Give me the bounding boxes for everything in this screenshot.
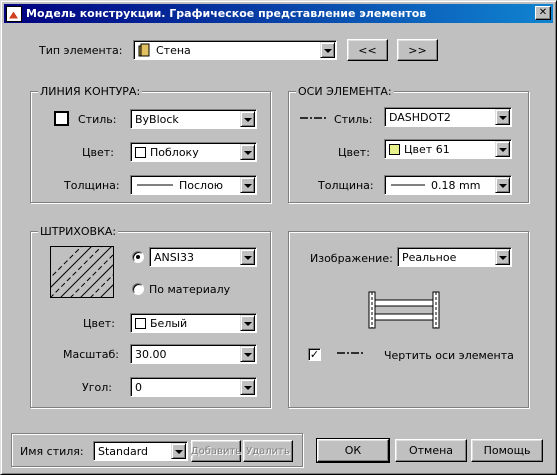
hatch-pattern-select[interactable]: ANSI33 — [149, 247, 257, 267]
axes-color-select[interactable]: Цвет 61 — [384, 139, 512, 159]
color-swatch — [389, 143, 400, 155]
chevron-down-icon[interactable] — [240, 346, 255, 362]
chevron-down-icon[interactable] — [240, 315, 255, 331]
color-swatch — [135, 146, 146, 158]
contour-thickness-select[interactable]: Послою — [130, 175, 257, 195]
by-material-radio[interactable] — [132, 283, 144, 295]
axes-group-title: ОСИ ЭЛЕМЕНТА: — [296, 85, 394, 98]
dashdot-line-icon — [337, 352, 365, 354]
hatch-angle-select[interactable]: 0 — [130, 377, 257, 397]
axes-thickness-label: Толщина: — [318, 179, 374, 192]
close-button[interactable]: ✕ — [535, 6, 551, 20]
window-title: Модель конструкции. Графическое представ… — [26, 7, 427, 20]
hatch-color-value: Белый — [150, 316, 188, 330]
hatch-angle-value: 0 — [135, 380, 142, 394]
chevron-down-icon[interactable] — [240, 111, 255, 127]
hatch-angle-label: Угол: — [82, 381, 112, 394]
wall-section-preview — [368, 291, 440, 329]
contour-thickness-label: Толщина: — [64, 179, 120, 192]
hatch-scale-value: 30.00 — [135, 347, 167, 361]
element-type-select[interactable]: Стена — [133, 40, 337, 60]
chevron-down-icon[interactable] — [495, 249, 510, 265]
chevron-down-icon[interactable] — [320, 42, 335, 58]
chevron-down-icon[interactable] — [240, 249, 255, 265]
by-material-label[interactable]: По материалу — [149, 283, 230, 296]
hatch-scale-select[interactable]: 30.00 — [130, 344, 257, 364]
contour-style-label: Стиль: — [78, 113, 117, 126]
hatch-color-label: Цвет: — [83, 317, 115, 330]
chevron-down-icon[interactable] — [240, 379, 255, 395]
wall-icon — [138, 43, 150, 57]
line-sample-icon — [137, 184, 173, 186]
contour-thickness-value: Послою — [179, 178, 224, 192]
hatch-pattern-radio[interactable] — [132, 251, 144, 263]
style-name-select[interactable]: Standard — [93, 441, 188, 461]
chevron-down-icon[interactable] — [171, 443, 186, 459]
contour-style-preview — [54, 111, 69, 126]
axes-style-select[interactable]: DASHDOT2 — [384, 107, 512, 127]
cancel-button[interactable]: Отмена — [395, 439, 467, 462]
contour-style-value: ByBlock — [135, 112, 179, 126]
help-button[interactable]: Помощь — [471, 439, 543, 462]
contour-style-select[interactable]: ByBlock — [130, 109, 257, 129]
hatch-group-title: ШТРИХОВКА: — [38, 225, 119, 238]
axes-color-label: Цвет: — [338, 146, 370, 159]
line-sample-icon — [391, 184, 425, 186]
ok-button[interactable]: ОК — [316, 438, 390, 463]
hatch-scale-label: Масштаб: — [63, 348, 119, 361]
contour-color-select[interactable]: Поблоку — [130, 142, 257, 162]
next-element-button[interactable]: >> — [397, 39, 438, 61]
image-mode-label: Изображение: — [310, 252, 393, 265]
app-icon — [6, 5, 22, 22]
element-type-label: Тип элемента: — [39, 44, 123, 57]
title-bar: Модель конструкции. Графическое представ… — [4, 4, 553, 23]
axes-thickness-value: 0.18 mm — [431, 178, 481, 192]
contour-group-title: ЛИНИЯ КОНТУРА: — [38, 85, 143, 98]
style-name-label: Имя стиля: — [20, 445, 84, 458]
contour-color-label: Цвет: — [82, 146, 114, 159]
chevron-down-icon[interactable] — [240, 144, 255, 160]
chevron-down-icon[interactable] — [495, 141, 510, 157]
hatch-color-select[interactable]: Белый — [130, 313, 257, 333]
image-mode-select[interactable]: Реальное — [397, 247, 512, 267]
contour-color-value: Поблоку — [150, 145, 199, 159]
prev-element-button[interactable]: << — [347, 39, 388, 61]
chevron-down-icon[interactable] — [240, 177, 255, 193]
draw-axes-checkbox[interactable]: ✓ — [308, 348, 321, 361]
axes-style-value: DASHDOT2 — [389, 110, 451, 124]
add-style-button[interactable]: Добавить — [191, 440, 241, 462]
dashdot-line-icon — [300, 117, 328, 119]
axes-thickness-select[interactable]: 0.18 mm — [384, 175, 512, 195]
chevron-down-icon[interactable] — [495, 177, 510, 193]
axes-style-label: Стиль: — [334, 113, 373, 126]
dialog-window: Модель конструкции. Графическое представ… — [0, 0, 557, 475]
draw-axes-label[interactable]: Чертить оси элемента — [384, 349, 514, 362]
element-type-value: Стена — [156, 43, 191, 57]
hatch-pattern-preview — [50, 246, 114, 298]
color-swatch — [135, 317, 146, 329]
delete-style-button[interactable]: Удалить — [243, 440, 293, 462]
chevron-down-icon[interactable] — [495, 109, 510, 125]
axes-color-value: Цвет 61 — [404, 142, 450, 156]
